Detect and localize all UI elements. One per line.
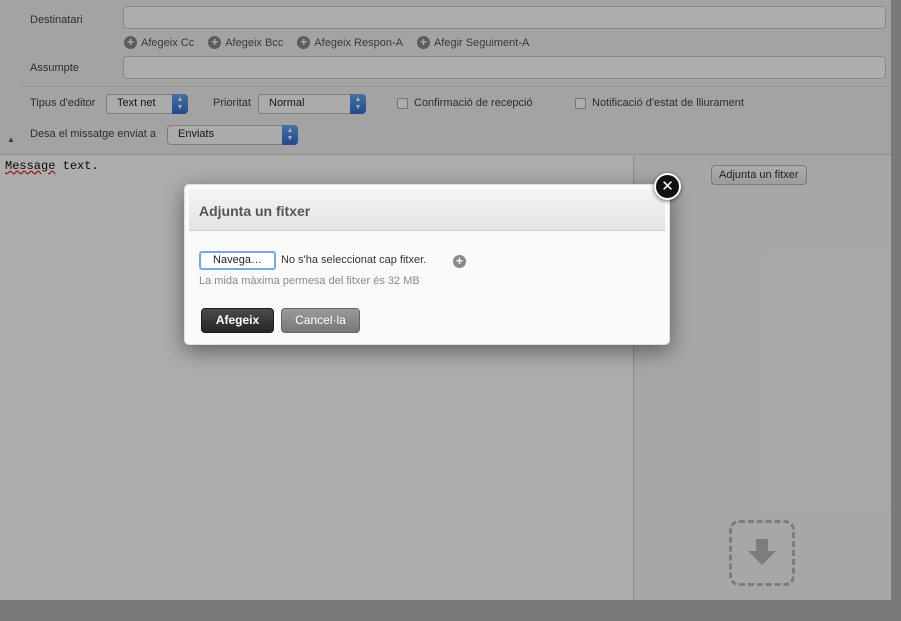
add-another-file-icon[interactable]: + xyxy=(453,255,466,268)
no-file-selected-text: No s'ha seleccionat cap fitxer. xyxy=(281,254,427,266)
close-icon[interactable]: ✕ xyxy=(654,173,681,200)
dialog-title: Adjunta un fitxer xyxy=(199,203,311,219)
cancel-button[interactable]: Cancel·la xyxy=(281,308,360,333)
add-button[interactable]: Afegeix xyxy=(201,308,274,333)
attach-file-dialog: Adjunta un fitxer Navega… No s'ha selecc… xyxy=(184,184,670,345)
browse-button[interactable]: Navega… xyxy=(199,251,276,270)
max-size-hint: La mida màxima permesa del fitxer és 32 … xyxy=(199,275,420,287)
dialog-title-bar: Adjunta un fitxer xyxy=(189,189,665,231)
